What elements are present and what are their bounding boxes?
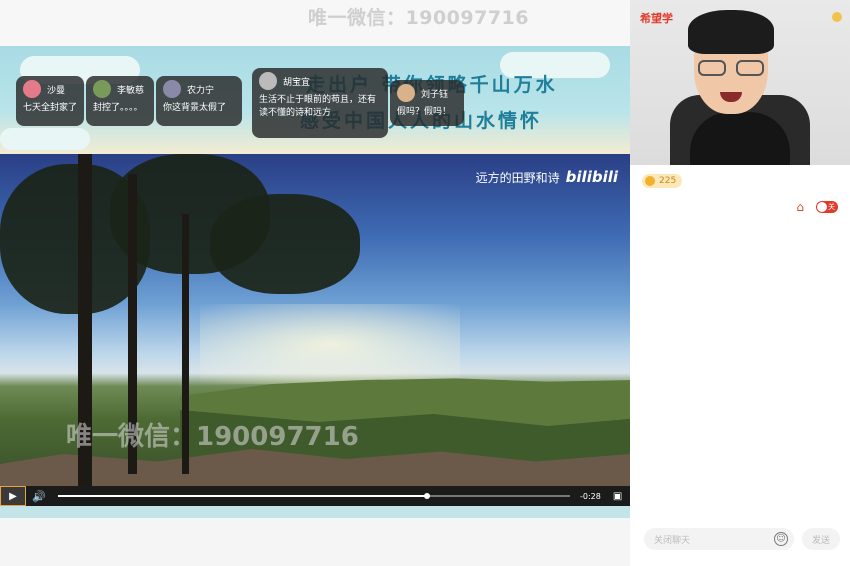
play-button[interactable]: ▶ bbox=[0, 486, 26, 506]
danmaku-user: 胡宝宜 bbox=[283, 77, 311, 88]
progress-fill bbox=[58, 495, 427, 497]
danmaku-message: 你这背景太假了 bbox=[163, 103, 227, 113]
video-frame[interactable]: 远方的田野和诗 bilibili 唯一微信：190097716 bbox=[0, 154, 630, 486]
danmaku-user: 农力宁 bbox=[187, 85, 215, 96]
danmaku-comment: 沙曼 七天全封家了 bbox=[16, 76, 84, 126]
chat-settings-row: ⌂ 关 bbox=[796, 200, 838, 214]
avatar bbox=[397, 84, 415, 102]
chat-bar: 关闭聊天 ☺ 发送 bbox=[644, 528, 840, 550]
bilibili-logo: bilibili bbox=[565, 168, 618, 186]
teacher-hair bbox=[688, 10, 774, 54]
danmaku-comment: 胡宝宜 生活不止于眼前的苟且，还有 读不懂的诗和远方 bbox=[252, 68, 388, 138]
danmaku-message: 封控了。。。。 bbox=[93, 103, 143, 113]
volume-icon: 🔊 bbox=[32, 489, 46, 503]
brand-logo: 希望学 bbox=[640, 12, 673, 25]
danmaku-message: 生活不止于眼前的苟且，还有 读不懂的诗和远方 bbox=[259, 95, 377, 118]
coin-counter: 225 bbox=[642, 174, 683, 188]
progress-knob[interactable] bbox=[423, 493, 430, 499]
cloud-decoration bbox=[0, 128, 90, 150]
danmaku-message: 七天全封家了 bbox=[23, 103, 78, 113]
toggle-knob bbox=[817, 202, 827, 212]
top-bar: 唯一微信：190097716 bbox=[0, 0, 630, 46]
avatar bbox=[93, 80, 111, 98]
play-icon: ▶ bbox=[9, 490, 17, 502]
danmaku-user: 刘子钰 bbox=[421, 89, 449, 100]
avatar bbox=[259, 72, 277, 90]
app-root: 唯一微信：190097716 走出户 带你领略千山万水 感受中国人人的山水情怀 … bbox=[0, 0, 850, 566]
danmaku-message: 假吗？假吗！ bbox=[397, 107, 452, 117]
house-icon[interactable]: ⌂ bbox=[796, 200, 804, 214]
coin-count: 225 bbox=[659, 176, 677, 186]
teacher-shirt bbox=[690, 112, 790, 165]
danmaku-user: 沙曼 bbox=[47, 85, 66, 96]
fullscreen-icon[interactable]: ▣ bbox=[613, 491, 622, 502]
emoji-icon[interactable]: ☺ bbox=[774, 532, 788, 546]
danmaku-comment: 农力宁 你这背景太假了 bbox=[156, 76, 242, 126]
coin-badge: 225 bbox=[642, 174, 683, 188]
danmaku-user: 李敏慈 bbox=[117, 85, 145, 96]
progress-bar[interactable] bbox=[58, 486, 570, 506]
star-icon bbox=[832, 12, 842, 22]
avatar bbox=[163, 80, 181, 98]
slide-footer bbox=[0, 506, 630, 518]
watermark-mid: 唯一微信：190097716 bbox=[66, 422, 359, 452]
coin-icon bbox=[645, 176, 655, 186]
video-controls: ▶ 🔊 -0:28 ▣ bbox=[0, 486, 630, 506]
danmaku-comment: 李敏慈 封控了。。。。 bbox=[86, 76, 154, 126]
chat-toggle[interactable]: 关 bbox=[816, 201, 838, 213]
chat-placeholder: 关闭聊天 bbox=[654, 535, 691, 546]
chat-input[interactable]: 关闭聊天 ☺ bbox=[644, 528, 794, 550]
toggle-label: 关 bbox=[828, 203, 835, 211]
teacher-glasses bbox=[698, 60, 764, 78]
danmaku-comment: 刘子钰 假吗？假吗！ bbox=[390, 80, 464, 126]
watermark-top: 唯一微信：190097716 bbox=[308, 7, 529, 29]
volume-button[interactable]: 🔊 bbox=[26, 486, 52, 506]
right-panel: 希望学 225 ⌂ 关 关闭聊天 ☺ 发送 bbox=[630, 0, 850, 566]
sky-glow bbox=[200, 304, 460, 384]
video-caption-text: 远方的田野和诗 bbox=[475, 170, 560, 185]
teacher-camera: 希望学 bbox=[630, 0, 850, 165]
video-caption: 远方的田野和诗 bilibili bbox=[476, 168, 618, 186]
tree-canopy bbox=[210, 194, 360, 294]
avatar bbox=[23, 80, 41, 98]
time-remaining: -0:28 bbox=[580, 491, 601, 501]
send-button[interactable]: 发送 bbox=[802, 528, 840, 550]
